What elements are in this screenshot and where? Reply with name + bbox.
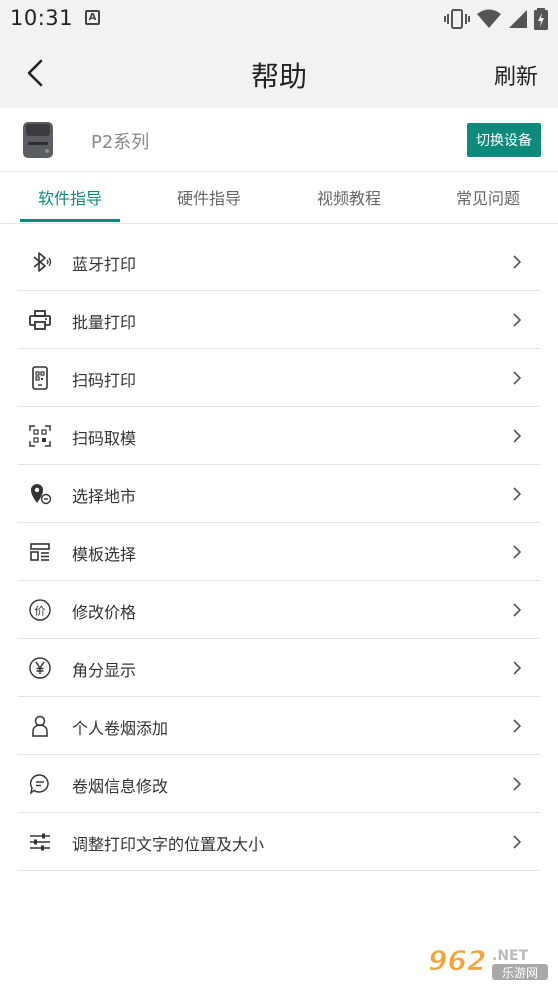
chevron-right-icon	[513, 371, 522, 385]
list-item[interactable]: 扫码取模	[18, 407, 540, 465]
tab-faq[interactable]: 常见问题	[438, 172, 538, 222]
status-time: 10:31	[10, 6, 74, 30]
list-item-label: 角分显示	[72, 661, 137, 680]
list-item[interactable]: 批量打印	[18, 291, 540, 349]
list-item-label: 调整打印文字的位置及大小	[72, 835, 265, 854]
chevron-right-icon	[513, 429, 522, 443]
chevron-right-icon	[513, 661, 522, 675]
list-item-label: 批量打印	[72, 313, 137, 332]
wifi-icon	[477, 9, 501, 28]
location-icon	[31, 484, 52, 505]
list-item-label: 卷烟信息修改	[72, 777, 169, 796]
chevron-right-icon	[513, 603, 522, 617]
list-item[interactable]: 模板选择	[18, 523, 540, 581]
yen-icon	[29, 657, 51, 679]
qr-scan-icon	[29, 425, 51, 447]
switch-device-button[interactable]: 切换设备	[467, 123, 541, 157]
back-arrow-icon	[27, 59, 43, 87]
list-item-label: 选择地市	[72, 487, 137, 506]
device-name: P2系列	[91, 132, 150, 153]
printer-device-image	[23, 122, 53, 158]
chevron-right-icon	[513, 719, 522, 733]
chevron-right-icon	[513, 313, 522, 327]
help-list: 蓝牙打印 批量打印 扫码打印 扫码取模 选择地市 模板选择 价 修改价格 角分显…	[18, 233, 540, 871]
chevron-right-icon	[513, 777, 522, 791]
list-item-label: 蓝牙打印	[72, 255, 137, 274]
template-icon	[30, 543, 50, 561]
tab-bar: 软件指导 硬件指导 视频教程 常见问题	[0, 172, 558, 224]
list-item-label: 修改价格	[72, 603, 137, 622]
bluetooth-icon	[33, 252, 52, 272]
battery-charging-icon	[534, 8, 548, 30]
list-item[interactable]: 个人卷烟添加	[18, 697, 540, 755]
list-item[interactable]: 调整打印文字的位置及大小	[18, 813, 540, 871]
list-item[interactable]: 价 修改价格	[18, 581, 540, 639]
sliders-icon	[30, 833, 50, 851]
active-tab-indicator	[20, 219, 120, 222]
nav-bar: 帮助 刷新	[0, 38, 558, 108]
list-item[interactable]: 卷烟信息修改	[18, 755, 540, 813]
svg-text:.NET: .NET	[492, 948, 529, 964]
price-icon: 价	[29, 599, 51, 621]
list-item-label: 扫码取模	[72, 429, 137, 448]
list-item-label: 扫码打印	[72, 371, 137, 390]
status-bar: 10:31 A	[0, 0, 558, 38]
keyboard-notification-icon: A	[85, 10, 100, 25]
list-item[interactable]: 选择地市	[18, 465, 540, 523]
chevron-right-icon	[513, 487, 522, 501]
message-icon	[29, 774, 49, 795]
list-item[interactable]: 蓝牙打印	[18, 233, 540, 291]
tab-software-guide[interactable]: 软件指导	[20, 172, 120, 222]
status-icons	[444, 7, 548, 31]
list-item[interactable]: 扫码打印	[18, 349, 540, 407]
refresh-button[interactable]: 刷新	[494, 59, 538, 91]
chevron-right-icon	[513, 835, 522, 849]
tab-hardware-guide[interactable]: 硬件指导	[159, 172, 259, 222]
tab-video-tutorial[interactable]: 视频教程	[299, 172, 399, 222]
phone-qr-icon	[32, 366, 48, 390]
list-item-label: 模板选择	[72, 545, 137, 564]
chevron-right-icon	[513, 545, 522, 559]
list-item[interactable]: 角分显示	[18, 639, 540, 697]
svg-text:乐游网: 乐游网	[502, 966, 538, 980]
svg-text:价: 价	[35, 605, 46, 618]
cellular-icon	[509, 10, 527, 28]
list-item-label: 个人卷烟添加	[72, 719, 169, 738]
back-button[interactable]	[18, 54, 52, 92]
svg-text:962: 962	[428, 944, 486, 977]
printer-icon	[29, 310, 51, 330]
chevron-right-icon	[513, 255, 522, 269]
vibrate-icon	[444, 9, 470, 29]
device-row: P2系列 切换设备	[0, 108, 558, 172]
person-icon	[32, 715, 48, 737]
page-title: 帮助	[250, 60, 307, 93]
watermark-logo: 962 .NET 乐游网	[428, 944, 548, 980]
